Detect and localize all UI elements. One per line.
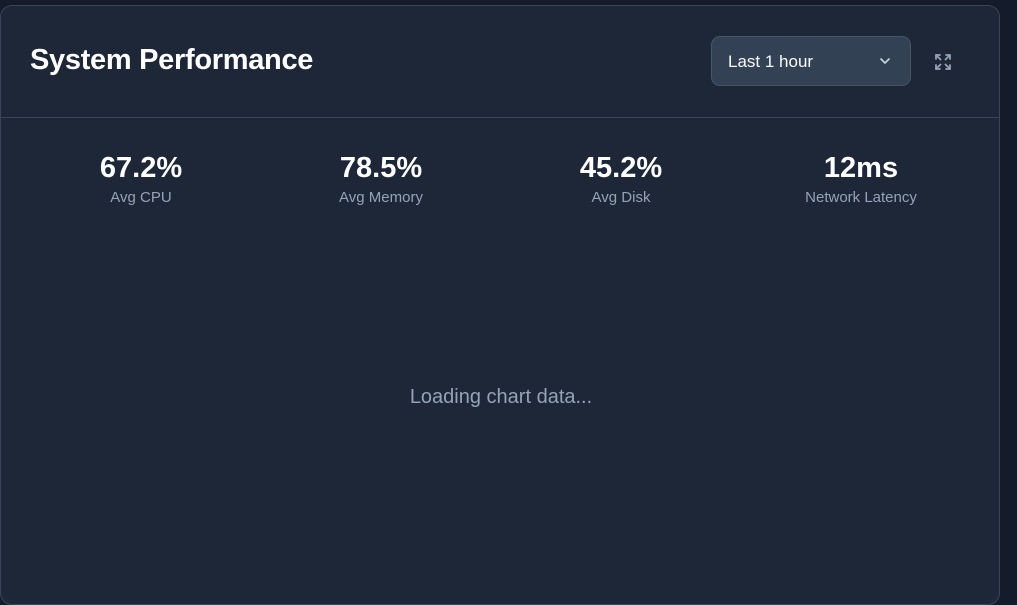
stat-avg-cpu: 67.2% Avg CPU [21,151,261,206]
expand-icon[interactable] [931,50,955,74]
card-title: System Performance [30,44,314,76]
chevron-down-icon [880,58,890,64]
stat-avg-memory: 78.5% Avg Memory [261,151,501,206]
stat-value: 45.2% [579,152,663,184]
stat-label: Avg Memory [339,189,423,206]
chart-loading-message: Loading chart data... [409,386,593,408]
system-performance-card: System Performance Last 1 hour 67.2% Avg… [0,5,1000,605]
stats-row: 67.2% Avg CPU 78.5% Avg Memory 45.2% Avg… [21,151,981,206]
stat-value: 12ms [823,152,899,184]
stat-avg-disk: 45.2% Avg Disk [501,151,741,206]
time-range-select[interactable]: Last 1 hour [711,36,911,86]
stat-label: Avg Disk [591,189,651,206]
time-range-value: Last 1 hour [728,52,814,71]
card-header: System Performance Last 1 hour [1,6,999,118]
stat-label: Avg CPU [110,189,172,206]
stat-label: Network Latency [805,189,917,206]
stat-value: 78.5% [339,152,423,184]
stat-network-latency: 12ms Network Latency [741,151,981,206]
stat-value: 67.2% [99,152,183,184]
